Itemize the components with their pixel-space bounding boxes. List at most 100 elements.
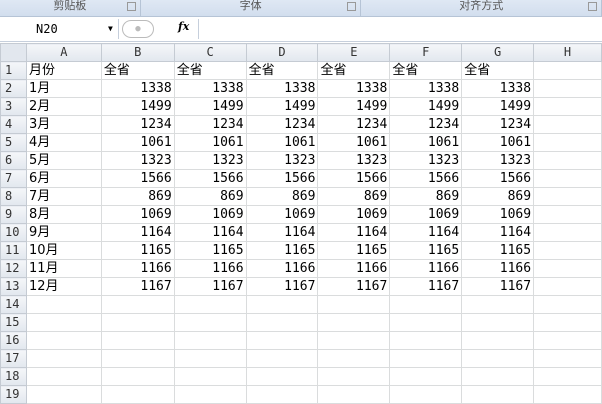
cell-C1[interactable]: 全省 [173,61,247,80]
cell-F11[interactable]: 1165 [389,241,463,260]
column-header-E[interactable]: E [317,43,391,62]
cell-B10[interactable]: 1164 [100,223,175,242]
cell-B11[interactable]: 1165 [100,241,175,260]
cell-C8[interactable]: 869 [173,187,247,206]
cell-D19[interactable] [245,385,319,404]
cell-E19[interactable] [317,385,391,404]
cell-H9[interactable] [533,205,602,224]
cell-H6[interactable] [533,151,602,170]
cell-A13[interactable]: 12月 [25,277,102,296]
cell-E15[interactable] [317,313,391,332]
cell-A5[interactable]: 4月 [25,133,102,152]
cell-F6[interactable]: 1323 [389,151,463,170]
cell-C17[interactable] [173,349,247,368]
cell-C6[interactable]: 1323 [173,151,247,170]
column-header-H[interactable]: H [533,43,602,62]
cell-B13[interactable]: 1167 [100,277,175,296]
cell-C12[interactable]: 1166 [173,259,247,278]
column-header-C[interactable]: C [173,43,247,62]
cell-D7[interactable]: 1566 [245,169,319,188]
cell-C19[interactable] [173,385,247,404]
cell-B12[interactable]: 1166 [100,259,175,278]
cell-F4[interactable]: 1234 [389,115,463,134]
cell-H13[interactable] [533,277,602,296]
cell-H1[interactable] [533,61,602,80]
cell-C3[interactable]: 1499 [173,97,247,116]
cell-A1[interactable]: 月份 [25,61,102,80]
cell-A10[interactable]: 9月 [25,223,102,242]
cell-G13[interactable]: 1167 [461,277,535,296]
cell-C7[interactable]: 1566 [173,169,247,188]
cell-C15[interactable] [173,313,247,332]
cell-D13[interactable]: 1167 [245,277,319,296]
cell-D5[interactable]: 1061 [245,133,319,152]
cell-H12[interactable] [533,259,602,278]
cell-B17[interactable] [100,349,175,368]
cell-D1[interactable]: 全省 [245,61,319,80]
cell-H17[interactable] [533,349,602,368]
cell-B7[interactable]: 1566 [100,169,175,188]
cell-E4[interactable]: 1234 [317,115,391,134]
cell-G16[interactable] [461,331,535,350]
cell-H15[interactable] [533,313,602,332]
cell-A14[interactable] [25,295,102,314]
cell-B3[interactable]: 1499 [100,97,175,116]
cell-C4[interactable]: 1234 [173,115,247,134]
cell-F17[interactable] [389,349,463,368]
cell-E2[interactable]: 1338 [317,79,391,98]
row-header[interactable]: 17 [0,349,27,368]
cell-D14[interactable] [245,295,319,314]
cell-D3[interactable]: 1499 [245,97,319,116]
cell-H8[interactable] [533,187,602,206]
row-header[interactable]: 6 [0,151,27,170]
cell-E6[interactable]: 1323 [317,151,391,170]
cell-D10[interactable]: 1164 [245,223,319,242]
spreadsheet-grid[interactable]: ABCDEFGH 1 月份 全省 全省 全省 全省 全省 全省 2 1月 1338 1338 1338 1… [0,43,602,404]
cell-A2[interactable]: 1月 [25,79,102,98]
cell-E12[interactable]: 1166 [317,259,391,278]
cell-A7[interactable]: 6月 [25,169,102,188]
dialog-launcher-icon[interactable] [588,2,597,11]
cell-D8[interactable]: 869 [245,187,319,206]
cell-G5[interactable]: 1061 [461,133,535,152]
cell-D17[interactable] [245,349,319,368]
name-box[interactable]: N20 ▼ [0,19,119,39]
cell-B18[interactable] [100,367,175,386]
cell-D11[interactable]: 1165 [245,241,319,260]
cell-F7[interactable]: 1566 [389,169,463,188]
column-header-F[interactable]: F [389,43,463,62]
row-header[interactable]: 18 [0,367,27,386]
cell-F9[interactable]: 1069 [389,205,463,224]
cell-G12[interactable]: 1166 [461,259,535,278]
cell-C16[interactable] [173,331,247,350]
cell-H3[interactable] [533,97,602,116]
row-header[interactable]: 1 [0,61,27,80]
cell-G6[interactable]: 1323 [461,151,535,170]
cell-H18[interactable] [533,367,602,386]
row-header[interactable]: 5 [0,133,27,152]
cell-G7[interactable]: 1566 [461,169,535,188]
row-header[interactable]: 10 [0,223,27,242]
cell-B5[interactable]: 1061 [100,133,175,152]
cell-F14[interactable] [389,295,463,314]
cell-A17[interactable] [25,349,102,368]
formula-input[interactable] [198,19,602,39]
cell-F10[interactable]: 1164 [389,223,463,242]
cell-F8[interactable]: 869 [389,187,463,206]
formula-cancel-icon[interactable]: ● [122,20,154,38]
row-header[interactable]: 14 [0,295,27,314]
cell-A12[interactable]: 11月 [25,259,102,278]
row-header[interactable]: 16 [0,331,27,350]
cell-H16[interactable] [533,331,602,350]
cell-B6[interactable]: 1323 [100,151,175,170]
cell-D18[interactable] [245,367,319,386]
cell-A18[interactable] [25,367,102,386]
cell-F18[interactable] [389,367,463,386]
cell-H11[interactable] [533,241,602,260]
row-header[interactable]: 9 [0,205,27,224]
cell-E14[interactable] [317,295,391,314]
select-all-corner[interactable] [0,43,27,62]
cell-F16[interactable] [389,331,463,350]
cell-G11[interactable]: 1165 [461,241,535,260]
cell-B4[interactable]: 1234 [100,115,175,134]
